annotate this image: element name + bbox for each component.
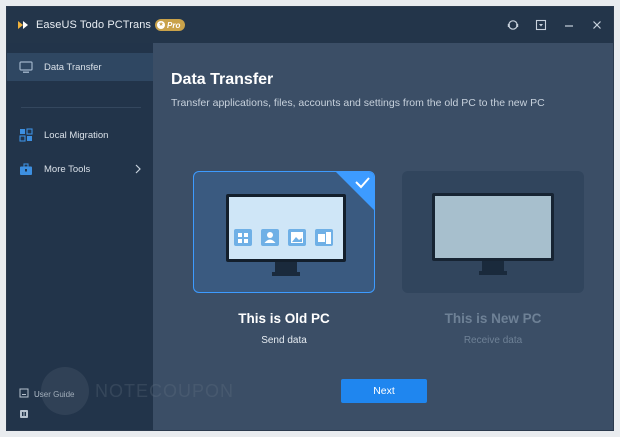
feedback-button[interactable] [19, 409, 29, 421]
next-button[interactable]: Next [341, 379, 427, 403]
sidebar-item-label: Local Migration [44, 129, 109, 141]
sidebar-item-data-transfer[interactable]: Data Transfer [7, 53, 153, 81]
toolbox-icon [19, 162, 33, 176]
app-logo-icon [16, 18, 30, 32]
pro-badge-label: Pro [167, 20, 181, 30]
chevron-right-icon [133, 163, 143, 175]
migration-icon [19, 128, 33, 142]
app-title: EaseUS Todo PCTrans [36, 19, 152, 31]
page-description: Transfer applications, files, accounts a… [171, 97, 545, 109]
old-pc-card[interactable] [193, 171, 375, 293]
app-window: EaseUS Todo PCTrans ★ Pro Data Transfer … [6, 6, 614, 431]
watermark-logo-icon [41, 367, 89, 415]
title-bar: EaseUS Todo PCTrans ★ Pro [7, 7, 613, 43]
book-icon [19, 388, 29, 400]
sidebar-item-local-migration[interactable]: Local Migration [7, 121, 153, 149]
old-pc-subtitle: Send data [261, 335, 307, 346]
sidebar-item-label: More Tools [44, 163, 91, 175]
pro-badge: ★ Pro [155, 19, 186, 31]
sidebar-item-label: Data Transfer [44, 61, 102, 73]
support-icon[interactable] [503, 15, 523, 35]
new-pc-card[interactable] [402, 171, 584, 293]
minimize-icon[interactable] [559, 15, 579, 35]
feedback-icon [19, 409, 29, 421]
page-title: Data Transfer [171, 71, 274, 88]
new-pc-monitor-illustration [432, 193, 554, 275]
close-icon[interactable] [587, 15, 607, 35]
monitor-icon [19, 60, 33, 74]
new-pc-title: This is New PC [444, 311, 542, 326]
menu-dropdown-icon[interactable] [531, 15, 551, 35]
old-pc-title: This is Old PC [238, 311, 330, 326]
watermark: NOTECOUPON [41, 367, 234, 415]
sidebar-item-more-tools[interactable]: More Tools [7, 155, 153, 183]
star-icon: ★ [157, 21, 166, 29]
new-pc-subtitle: Receive data [463, 335, 523, 346]
check-icon [336, 172, 374, 210]
sidebar-divider [21, 107, 141, 108]
watermark-text: NOTECOUPON [95, 380, 235, 401]
